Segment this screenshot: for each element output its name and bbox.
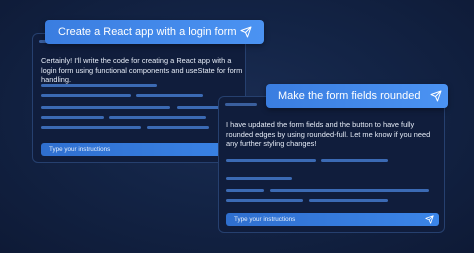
instructions-placeholder: Type your instructions	[234, 216, 296, 223]
placeholder-line	[321, 159, 388, 162]
placeholder-line	[147, 126, 209, 129]
placeholder-line	[41, 94, 131, 97]
placeholder-line	[41, 116, 104, 119]
user-prompt-bubble: Create a React app with a login form	[45, 20, 264, 44]
placeholder-line	[109, 116, 206, 119]
placeholder-line	[226, 189, 264, 192]
user-prompt-text: Make the form fields rounded	[278, 90, 421, 102]
user-prompt-text: Create a React app with a login form	[58, 26, 237, 38]
placeholder-line	[41, 106, 170, 109]
instructions-input[interactable]: Type your instructions	[41, 143, 245, 156]
send-icon[interactable]	[425, 215, 434, 224]
placeholder-line	[226, 159, 316, 162]
placeholder-line	[226, 199, 303, 202]
placeholder-line	[309, 199, 388, 202]
placeholder-line	[41, 84, 157, 87]
send-icon[interactable]	[430, 90, 442, 102]
placeholder-line	[41, 126, 141, 129]
panel-header-bar	[225, 103, 257, 106]
instructions-input[interactable]: Type your instructions	[226, 213, 439, 226]
assistant-response: I have updated the form fields and the b…	[226, 120, 431, 149]
user-prompt-bubble: Make the form fields rounded	[266, 84, 448, 108]
assistant-response: Certainly! I'll write the code for creat…	[41, 56, 243, 85]
chat-panel-2: I have updated the form fields and the b…	[218, 96, 445, 233]
chat-panel-1: Certainly! I'll write the code for creat…	[32, 33, 246, 163]
placeholder-line	[270, 189, 429, 192]
placeholder-line	[226, 177, 292, 180]
send-icon[interactable]	[240, 26, 252, 38]
placeholder-line	[136, 94, 203, 97]
instructions-placeholder: Type your instructions	[49, 146, 111, 153]
